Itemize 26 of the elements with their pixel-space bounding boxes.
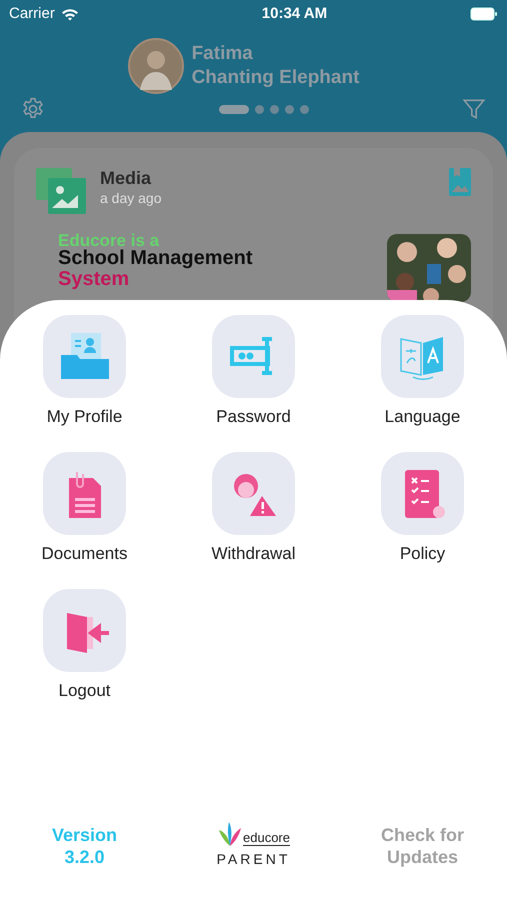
avatar <box>128 38 184 94</box>
post-time: a day ago <box>100 189 162 208</box>
menu-item[interactable]: Withdrawal <box>169 452 338 564</box>
menu-item[interactable]: Password <box>169 315 338 427</box>
version-number: 3.2.0 <box>64 846 105 868</box>
menu-item[interactable]: My Profile <box>0 315 169 427</box>
bookmark-image-icon[interactable] <box>449 168 471 196</box>
banner-text: Educore is a <box>58 234 160 248</box>
clock-text: 10:34 AM <box>262 4 328 24</box>
menu-item[interactable]: Documents <box>0 452 169 564</box>
menu-item[interactable]: Logout <box>0 589 169 701</box>
banner-text: System <box>58 269 130 290</box>
menu-item[interactable]: Language <box>338 315 507 427</box>
battery-icon <box>470 7 498 21</box>
profile-name: Fatima <box>192 42 254 66</box>
card-title: Media <box>100 168 152 188</box>
menu-item[interactable]: Policy <box>338 452 507 564</box>
logo-text: educore <box>243 831 290 846</box>
version-label: Version <box>52 824 118 846</box>
profile-subtitle: Chanting Elephant <box>192 66 360 90</box>
feather-logo-icon <box>217 822 243 846</box>
banner-text: School Management <box>58 248 252 269</box>
app-label: PARENT <box>216 850 290 869</box>
carrier-text: Carrier <box>9 4 55 24</box>
wifi-icon <box>60 8 79 20</box>
image-gallery-icon <box>36 168 88 216</box>
